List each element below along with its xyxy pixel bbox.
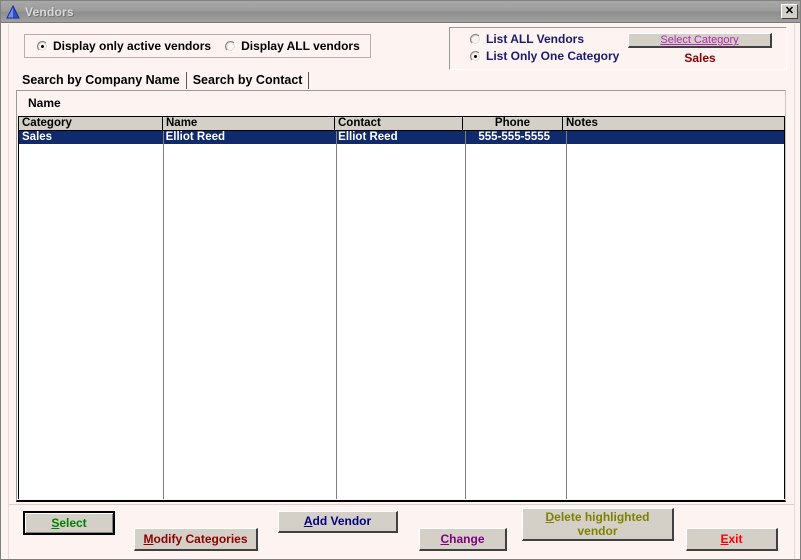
- vendor-grid-panel: Name Category Name Contact Phone Notes S…: [16, 90, 786, 502]
- tab-search-by-contact[interactable]: Search by Contact: [187, 72, 310, 89]
- radio-display-all-indicator: [225, 40, 237, 52]
- radio-list-one-category-indicator: [470, 50, 481, 62]
- change-button[interactable]: Change: [419, 528, 507, 551]
- column-divider-3: [465, 131, 466, 499]
- column-divider-2: [336, 131, 337, 499]
- column-header-notes[interactable]: Notes: [563, 117, 784, 130]
- search-tabs: Search by Company Name Search by Contact: [16, 71, 785, 89]
- radio-display-active-indicator: [37, 40, 48, 52]
- table-row[interactable]: Sales Elliot Reed Elliot Reed 555-555-55…: [19, 131, 784, 144]
- column-header-contact[interactable]: Contact: [335, 117, 463, 130]
- add-vendor-button-label: Add Vendor: [303, 514, 372, 528]
- radio-display-active-label: Display only active vendors: [53, 39, 212, 53]
- column-divider-4: [566, 131, 567, 499]
- change-button-label: Change: [440, 531, 485, 546]
- title-bar: Vendors ✕: [1, 1, 800, 23]
- display-filter-panel: Display only active vendors Display ALL …: [24, 34, 371, 58]
- radio-display-all[interactable]: Display ALL vendors: [225, 39, 360, 53]
- vendor-grid[interactable]: Category Name Contact Phone Notes Sales …: [18, 116, 785, 499]
- radio-list-one-category[interactable]: List Only One Category: [470, 49, 619, 63]
- vendors-window: Vendors ✕ Display only active vendors Di…: [0, 0, 801, 560]
- modify-categories-button[interactable]: Modify Categories: [134, 528, 258, 551]
- cell-phone: 555-555-5555: [478, 131, 551, 143]
- select-button[interactable]: Select: [23, 511, 115, 535]
- radio-list-all-vendors-label: List ALL Vendors: [486, 32, 585, 46]
- window-title: Vendors: [25, 4, 74, 19]
- cell-category: Sales: [22, 131, 53, 143]
- bottom-divider: [9, 504, 794, 505]
- close-icon[interactable]: ✕: [781, 4, 798, 19]
- exit-button[interactable]: Exit: [686, 528, 778, 551]
- radio-list-all-vendors[interactable]: List ALL Vendors: [470, 32, 584, 46]
- delete-highlighted-vendor-button-label: Delete highlighted vendor: [545, 510, 650, 538]
- grid-body: Sales Elliot Reed Elliot Reed 555-555-55…: [19, 131, 784, 499]
- radio-display-all-label: Display ALL vendors: [241, 39, 360, 53]
- modify-categories-button-label: Modify Categories: [143, 531, 248, 546]
- select-category-button[interactable]: Select Category: [628, 33, 772, 48]
- cell-name: Elliot Reed: [165, 131, 226, 143]
- category-filter-panel: List ALL Vendors List Only One Category …: [449, 27, 787, 70]
- radio-list-all-vendors-indicator: [470, 33, 481, 45]
- grid-caption: Name: [28, 96, 61, 110]
- radio-list-one-category-label: List Only One Category: [486, 49, 620, 63]
- cell-notes: [565, 131, 784, 144]
- tab-search-by-company-name[interactable]: Search by Company Name: [16, 72, 187, 89]
- column-header-category[interactable]: Category: [19, 117, 163, 130]
- selected-category-value: Sales: [684, 51, 716, 65]
- column-header-phone[interactable]: Phone: [463, 117, 563, 130]
- select-button-label: Select: [51, 515, 87, 530]
- cell-contact: Elliot Reed: [338, 131, 398, 143]
- delete-highlighted-vendor-button[interactable]: Delete highlighted vendor: [522, 508, 674, 541]
- column-divider-1: [163, 131, 164, 499]
- radio-display-active[interactable]: Display only active vendors: [37, 39, 211, 53]
- exit-button-label: Exit: [720, 531, 743, 546]
- column-header-name[interactable]: Name: [163, 117, 335, 130]
- grid-header-row: Category Name Contact Phone Notes: [19, 117, 784, 131]
- triangle-icon: [5, 4, 21, 20]
- add-vendor-button[interactable]: Add Vendor: [278, 511, 398, 533]
